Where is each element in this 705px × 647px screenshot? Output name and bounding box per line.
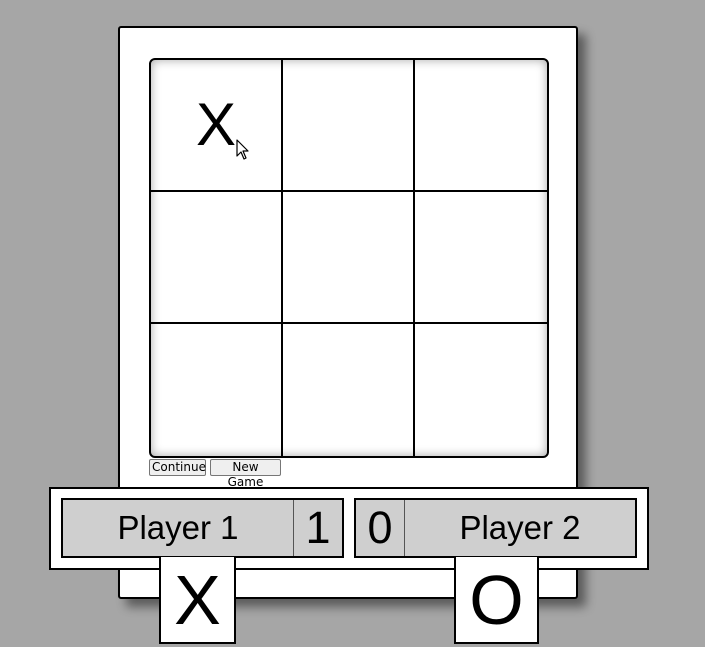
- player-1-score: 1: [293, 500, 342, 556]
- player-1-symbol: X: [159, 557, 236, 644]
- board-cell-r1-c3[interactable]: [415, 60, 547, 192]
- board-cell-r3-c2[interactable]: [283, 324, 415, 456]
- board-cell-r3-c1[interactable]: [151, 324, 283, 456]
- mouse-pointer-icon: [236, 139, 249, 160]
- new-game-button[interactable]: New Game: [210, 459, 281, 489]
- board-cell-r2-c2[interactable]: [283, 192, 415, 324]
- player-2-name: Player 2: [459, 509, 581, 546]
- continue-button[interactable]: Continue: [149, 459, 206, 476]
- player-2-score: 0: [356, 500, 405, 556]
- board-cell-r2-c3[interactable]: [415, 192, 547, 324]
- player-2-panel: 0 Player 2: [354, 498, 637, 558]
- board-cell-r1-c2[interactable]: [283, 60, 415, 192]
- tic-tac-toe-board: X: [149, 58, 549, 458]
- player-2-symbol: O: [454, 557, 539, 644]
- player-1-panel: Player 1 1: [61, 498, 344, 558]
- player-1-name: Player 1: [117, 509, 239, 546]
- board-cell-r1-c1[interactable]: X: [151, 60, 283, 192]
- board-cell-r3-c3[interactable]: [415, 324, 547, 456]
- board-cell-r2-c1[interactable]: [151, 192, 283, 324]
- game-stage: X Continue New Game Player 1 1 0 Player …: [0, 0, 705, 647]
